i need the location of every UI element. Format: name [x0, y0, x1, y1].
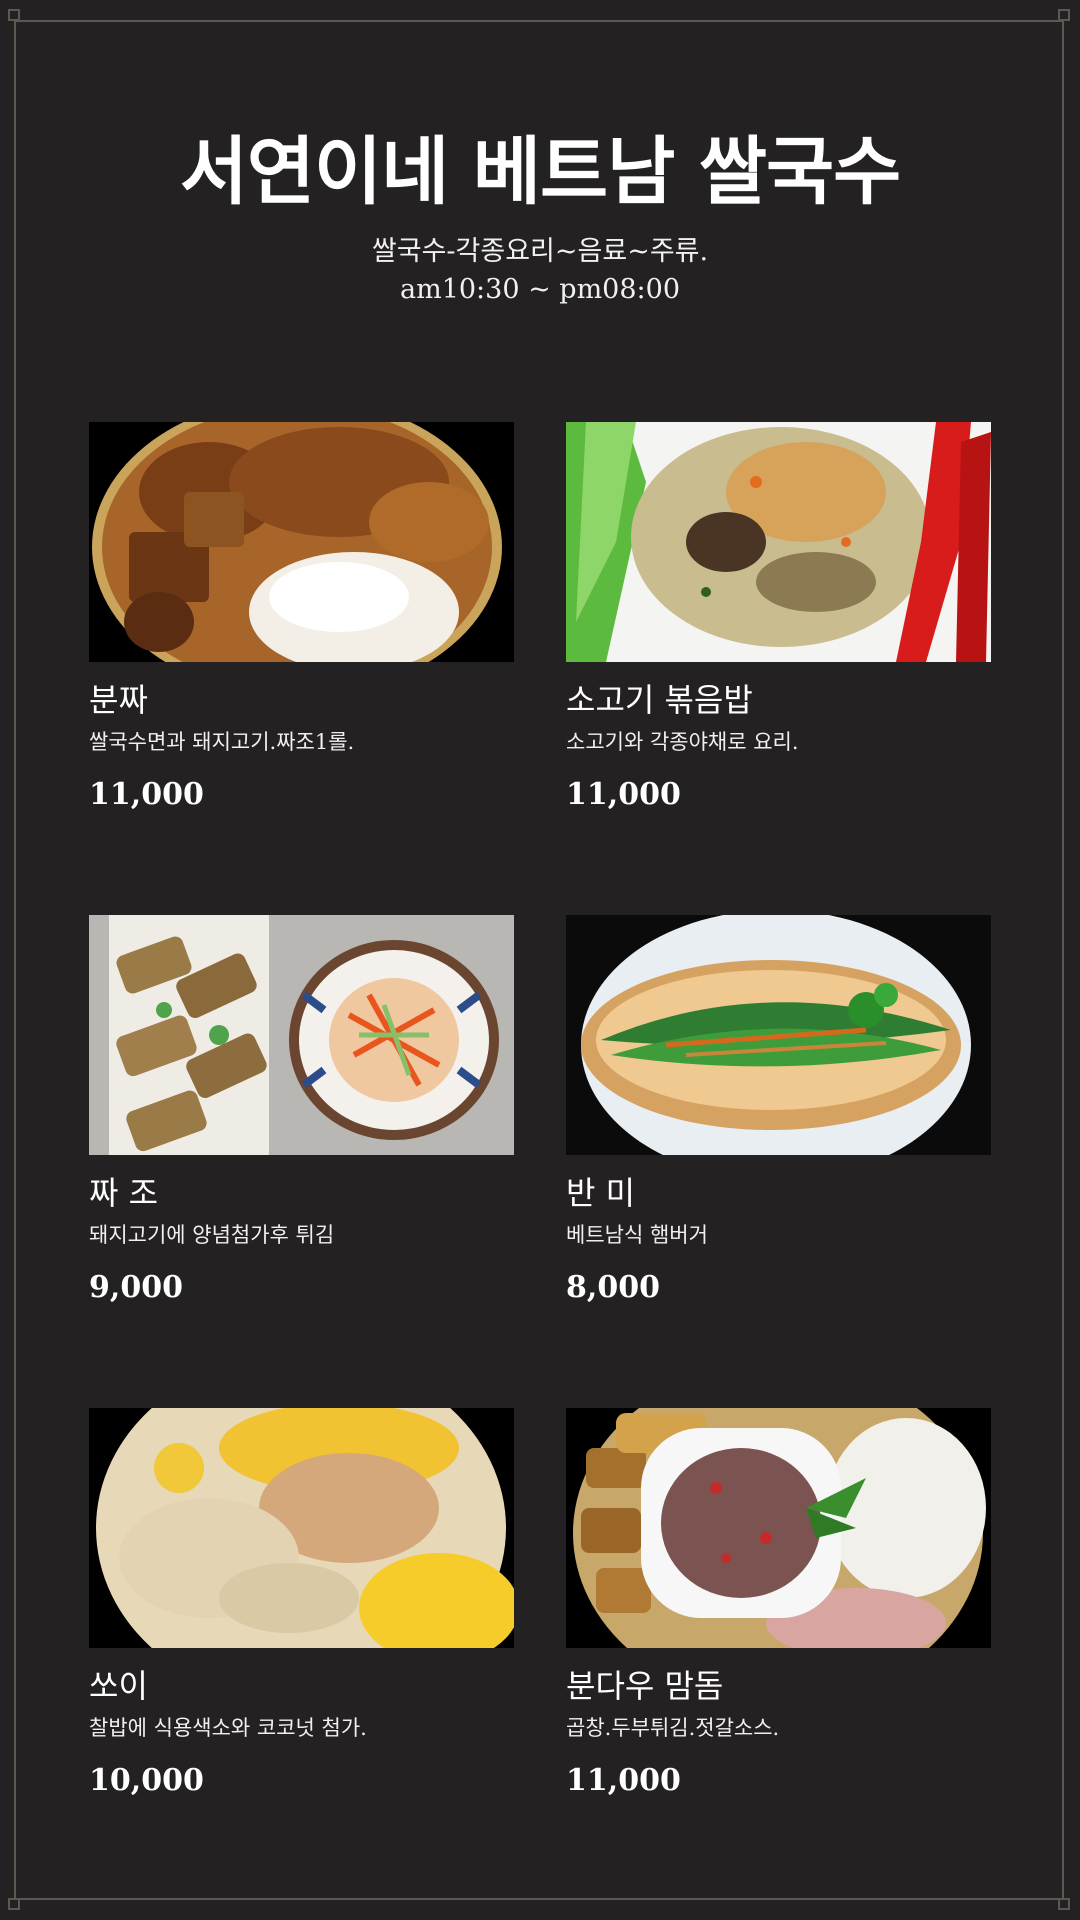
menu-item-name: 쏘이 — [89, 1667, 148, 1705]
menu-item-desc: 돼지고기에 양념첨가후 튀김 — [89, 1223, 335, 1247]
beef-fried-rice-photo — [566, 422, 991, 662]
menu-item-banh-mi[interactable]: 반 미 베트남식 햄버거 8,000 — [566, 915, 991, 1308]
menu-item-price: 9,000 — [89, 1270, 183, 1305]
menu-item-name: 반 미 — [566, 1174, 636, 1212]
menu-item-desc: 소고기와 각종야채로 요리. — [566, 730, 799, 754]
subtitle-menu-categories: 쌀국수-각종요리~음료~주류. — [371, 236, 709, 267]
menu-item-name: 소고기 볶음밥 — [566, 681, 753, 719]
menu-item-name: 분짜 — [89, 681, 148, 719]
restaurant-title: 서연이네 베트남 쌀국수 — [179, 129, 901, 215]
menu-item-photo — [566, 422, 991, 662]
menu-item-photo — [566, 915, 991, 1155]
menu-item-photo — [566, 1408, 991, 1648]
menu-item-desc: 쌀국수면과 돼지고기.짜조1롤. — [89, 730, 355, 754]
menu-item-bun-cha[interactable]: 분짜 쌀국수면과 돼지고기.짜조1롤. 11,000 — [89, 422, 514, 815]
menu-item-xoi[interactable]: 쏘이 찰밥에 식용색소와 코코넛 첨가. 10,000 — [89, 1408, 514, 1801]
bun-dau-mam-tom-photo — [566, 1408, 991, 1648]
subtitle-hours: am10:30 ~ pm08:00 — [400, 274, 680, 305]
frame-corner — [1058, 1898, 1070, 1910]
menu-item-name: 분다우 맘돔 — [566, 1667, 724, 1705]
menu-item-cha-gio[interactable]: 짜 조 돼지고기에 양념첨가후 튀김 9,000 — [89, 915, 514, 1308]
menu-item-price: 11,000 — [566, 1763, 681, 1798]
menu-item-desc: 베트남식 햄버거 — [566, 1223, 708, 1247]
frame-corner — [1058, 9, 1070, 21]
bun-cha-photo — [89, 422, 514, 662]
menu-item-photo — [89, 1408, 514, 1648]
menu-item-desc: 곱창.두부튀김.젓갈소스. — [566, 1716, 780, 1740]
menu-item-price: 11,000 — [89, 777, 204, 812]
menu-item-price: 10,000 — [89, 1763, 204, 1798]
menu-item-price: 11,000 — [566, 777, 681, 812]
menu-item-price: 8,000 — [566, 1270, 660, 1305]
cha-gio-photo — [89, 915, 514, 1155]
menu-item-photo — [89, 422, 514, 662]
menu-item-photo — [89, 915, 514, 1155]
restaurant-subtitle: 쌀국수-각종요리~음료~주류. am10:30 ~ pm08:00 — [0, 233, 1080, 309]
menu-item-bun-dau-mam-tom[interactable]: 분다우 맘돔 곱창.두부튀김.젓갈소스. 11,000 — [566, 1408, 991, 1801]
menu-item-beef-fried-rice[interactable]: 소고기 볶음밥 소고기와 각종야채로 요리. 11,000 — [566, 422, 991, 815]
banh-mi-photo — [566, 915, 991, 1155]
menu-item-desc: 찰밥에 식용색소와 코코넛 첨가. — [89, 1716, 367, 1740]
frame-corner — [8, 1898, 20, 1910]
frame-corner — [8, 9, 20, 21]
xoi-photo — [89, 1408, 514, 1648]
menu-item-name: 짜 조 — [89, 1174, 159, 1212]
